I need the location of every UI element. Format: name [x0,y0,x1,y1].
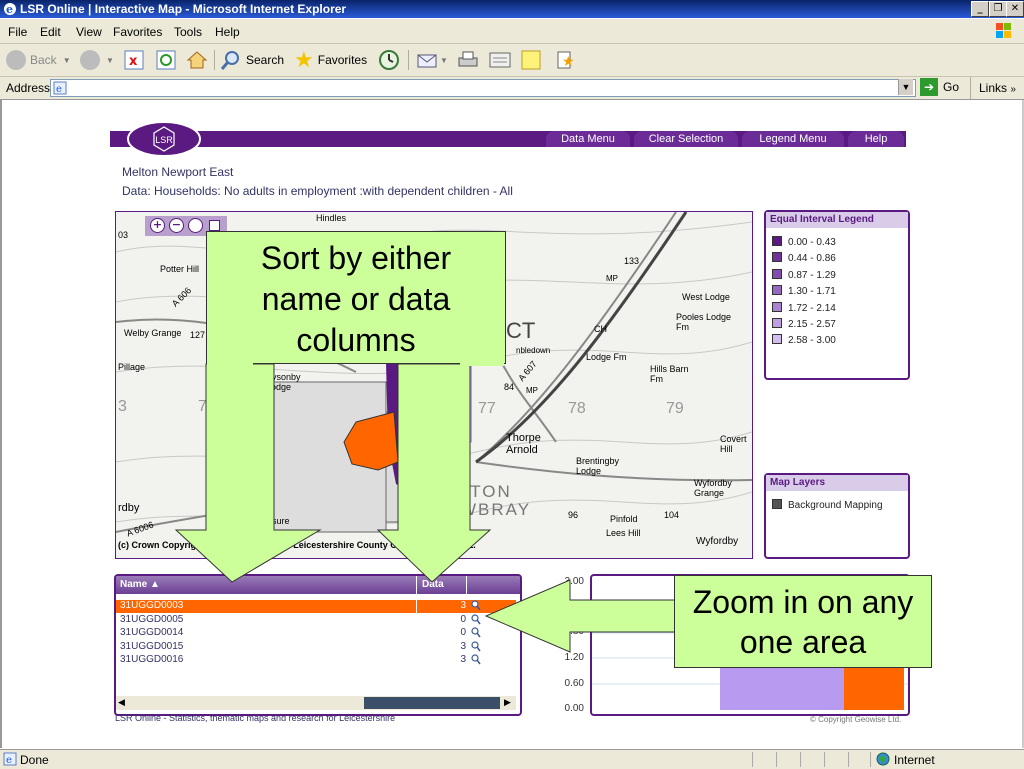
internet-globe-icon [876,752,890,766]
sort-callout-joint [460,362,504,366]
status-divider [848,752,849,767]
sort-name-arrow [174,363,322,583]
status-divider [824,752,825,767]
status-divider [752,752,753,767]
page-done-icon: e [3,752,17,766]
sort-data-arrow [376,363,492,583]
zoom-callout: Zoom in on any one area [674,575,932,668]
sort-callout: Sort by either name or data columns [206,231,506,364]
status-bar: e Done Internet [0,749,1024,769]
status-divider [800,752,801,767]
zoom-arrow [484,579,677,653]
status-divider [776,752,777,767]
status-text: Done [20,753,49,767]
status-divider [870,752,871,767]
svg-text:e: e [6,755,12,766]
security-zone: Internet [894,753,935,767]
sort-callout-joint [207,362,253,366]
